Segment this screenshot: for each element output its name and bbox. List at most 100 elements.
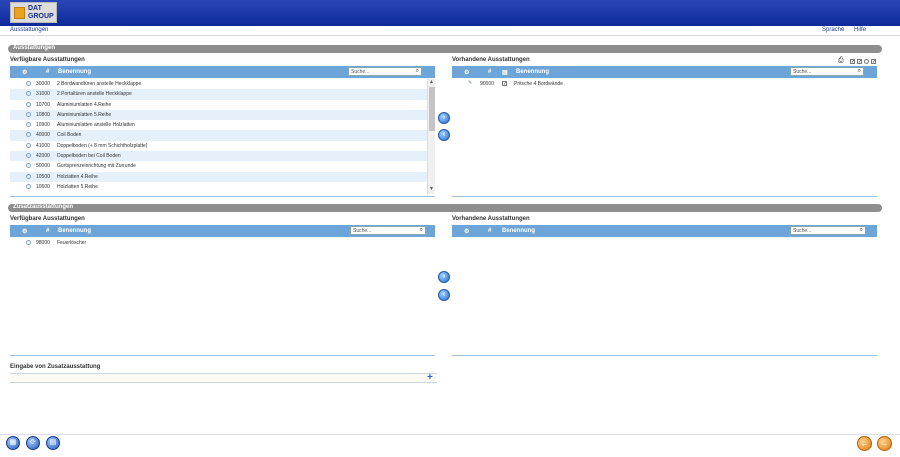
add-arrow-button[interactable]: ›: [438, 271, 450, 283]
print-icon[interactable]: ⎙: [838, 57, 844, 65]
table-row[interactable]: 10500 Holzlatten 4.Reihe: [10, 171, 427, 182]
settings-col-icon[interactable]: ⚙: [22, 69, 27, 76]
col-header-name[interactable]: Benennung: [516, 69, 549, 75]
table-header-present-zusatz: ⚙ # Benennung Suche... ⌕: [452, 225, 877, 237]
row-name: Aluminiumlatten 5.Reihe: [57, 111, 112, 118]
select-icon[interactable]: [26, 91, 31, 97]
filter-checkbox-1[interactable]: ✓: [850, 59, 855, 65]
table-row[interactable]: 42000 Doppelboden bei Coil Boden: [10, 151, 427, 162]
col-header-name[interactable]: Benennung: [502, 228, 535, 234]
select-icon[interactable]: [26, 153, 31, 159]
row-code: 10500: [36, 173, 50, 180]
settings-col-icon[interactable]: ⚙: [464, 228, 469, 235]
forward-button[interactable]: →: [877, 436, 892, 451]
row-code: 50000: [36, 163, 50, 170]
save-button[interactable]: ▤: [46, 436, 60, 450]
row-code: 90000: [480, 81, 494, 87]
col-header-name[interactable]: Benennung: [58, 228, 91, 234]
add-plus-icon[interactable]: +: [427, 372, 433, 383]
select-icon[interactable]: [26, 240, 31, 245]
row-name: Pritsche 4 Bordwände: [514, 81, 563, 87]
row-checkbox[interactable]: ✓: [502, 81, 507, 87]
top-header: DAT GROUP: [0, 0, 900, 26]
row-code: 41000: [36, 142, 50, 149]
row-name: Doppelboden bei Coil Boden: [57, 153, 121, 160]
select-icon[interactable]: [26, 101, 31, 107]
filter-checkbox-2[interactable]: ✓: [857, 59, 862, 65]
settings-col-icon[interactable]: ⚙: [22, 228, 27, 235]
list-scrollbar[interactable]: ▲ ▼: [427, 79, 435, 194]
row-code: 98000: [36, 240, 50, 246]
scroll-up-icon[interactable]: ▲: [429, 79, 434, 85]
add-arrow-button[interactable]: ›: [438, 112, 450, 124]
table-row[interactable]: 41000 Doppelboden (+ 8 mm Schichtholzplat…: [10, 141, 427, 151]
refresh-button[interactable]: ⟳: [26, 436, 40, 450]
select-icon[interactable]: [26, 173, 31, 179]
select-icon[interactable]: [26, 111, 31, 117]
scroll-thumb[interactable]: [429, 87, 435, 131]
remove-arrow-button[interactable]: ‹: [438, 129, 450, 141]
logo-text-dat: DAT: [28, 5, 42, 12]
select-icon[interactable]: [26, 122, 31, 128]
row-code: 10600: [36, 183, 50, 190]
print-col-icon[interactable]: ▤: [502, 69, 508, 76]
calculator-button[interactable]: ▦: [6, 436, 20, 450]
edit-icon[interactable]: ✎: [468, 80, 472, 86]
select-icon[interactable]: [26, 132, 31, 138]
row-code: 30000: [36, 81, 50, 87]
table-row[interactable]: 30000 2 Bordwandtüren anstelle Heckklappe: [10, 79, 427, 89]
dat-group-logo: DAT GROUP: [10, 2, 57, 23]
filter-checkbox-3[interactable]: ✓: [871, 59, 876, 65]
section-title: Ausstattungen: [13, 45, 55, 51]
table-row[interactable]: ✎ 90000 ✓ Pritsche 4 Bordwände: [452, 79, 877, 89]
remove-arrow-button[interactable]: ‹: [438, 289, 450, 301]
row-name: Aluminiumlatten 4.Reihe: [57, 101, 112, 108]
divider: [452, 355, 877, 356]
table-row[interactable]: 10700 Aluminiumlatten 4.Reihe: [10, 100, 427, 110]
table-row[interactable]: 10600 Holzlatten 5.Reihe: [10, 182, 427, 192]
back-button[interactable]: ←: [857, 436, 872, 451]
table-row[interactable]: 31000 2 Portaltüren anstelle Heckklappe: [10, 89, 427, 100]
col-header-number[interactable]: #: [488, 228, 491, 234]
nav-link-hilfe[interactable]: Hilfe: [854, 27, 866, 33]
search-icon[interactable]: ⌕: [860, 227, 863, 234]
settings-col-icon[interactable]: ⚙: [464, 69, 469, 76]
section-title: Zusatzausstattungen: [13, 204, 74, 210]
select-icon[interactable]: [26, 142, 31, 148]
nav-link-ausstattungen[interactable]: Ausstattungen: [10, 27, 48, 33]
table-row[interactable]: 98000 Feuerlöscher: [10, 238, 435, 248]
table-row[interactable]: 10800 Aluminiumlatten 5.Reihe: [10, 109, 427, 121]
search-icon[interactable]: ⌕: [416, 68, 419, 75]
select-icon[interactable]: [26, 183, 31, 189]
table-row[interactable]: 40000 Coil Boden: [10, 130, 427, 141]
bottom-bar: [0, 434, 900, 457]
col-header-name[interactable]: Benennung: [58, 69, 91, 75]
search-input-present[interactable]: Suche... ⌕: [790, 67, 864, 76]
row-code: 10900: [36, 122, 50, 129]
search-icon[interactable]: ⌕: [858, 68, 861, 75]
search-input-available-zusatz[interactable]: Suche... ⌕: [350, 226, 426, 235]
filter-radio[interactable]: [864, 59, 869, 64]
col-header-number[interactable]: #: [488, 69, 491, 75]
col-header-number[interactable]: #: [46, 228, 49, 234]
scroll-down-icon[interactable]: ▼: [429, 186, 434, 192]
select-icon[interactable]: [26, 163, 31, 169]
table-row[interactable]: 10900 Aluminiumlatten anstelle Holzlatten: [10, 120, 427, 130]
section-header-ausstattungen: Ausstattungen: [8, 45, 882, 53]
nav-bar: Ausstattungen Sprache Hilfe: [0, 26, 900, 36]
select-icon[interactable]: [26, 81, 31, 86]
custom-equipment-input[interactable]: [10, 373, 437, 383]
nav-link-sprache[interactable]: Sprache: [822, 27, 844, 33]
search-input-available[interactable]: Suche... ⌕: [348, 67, 422, 76]
row-name: Gurtsprenzeinrichtung mit Zurrunde: [57, 163, 136, 170]
row-code: 10800: [36, 111, 50, 118]
search-input-present-zusatz[interactable]: Suche... ⌕: [790, 226, 866, 235]
search-icon[interactable]: ⌕: [420, 227, 423, 234]
table-row[interactable]: 50000 Gurtsprenzeinrichtung mit Zurrunde: [10, 161, 427, 171]
section-header-zusatz: Zusatzausstattungen: [8, 204, 882, 212]
col-header-number[interactable]: #: [46, 69, 49, 75]
row-name: Coil Boden: [57, 132, 82, 139]
table-header-present: ⚙ # ▤ Benennung Suche... ⌕: [452, 66, 877, 78]
divider: [10, 355, 435, 356]
logo-mark-icon: [14, 7, 25, 19]
